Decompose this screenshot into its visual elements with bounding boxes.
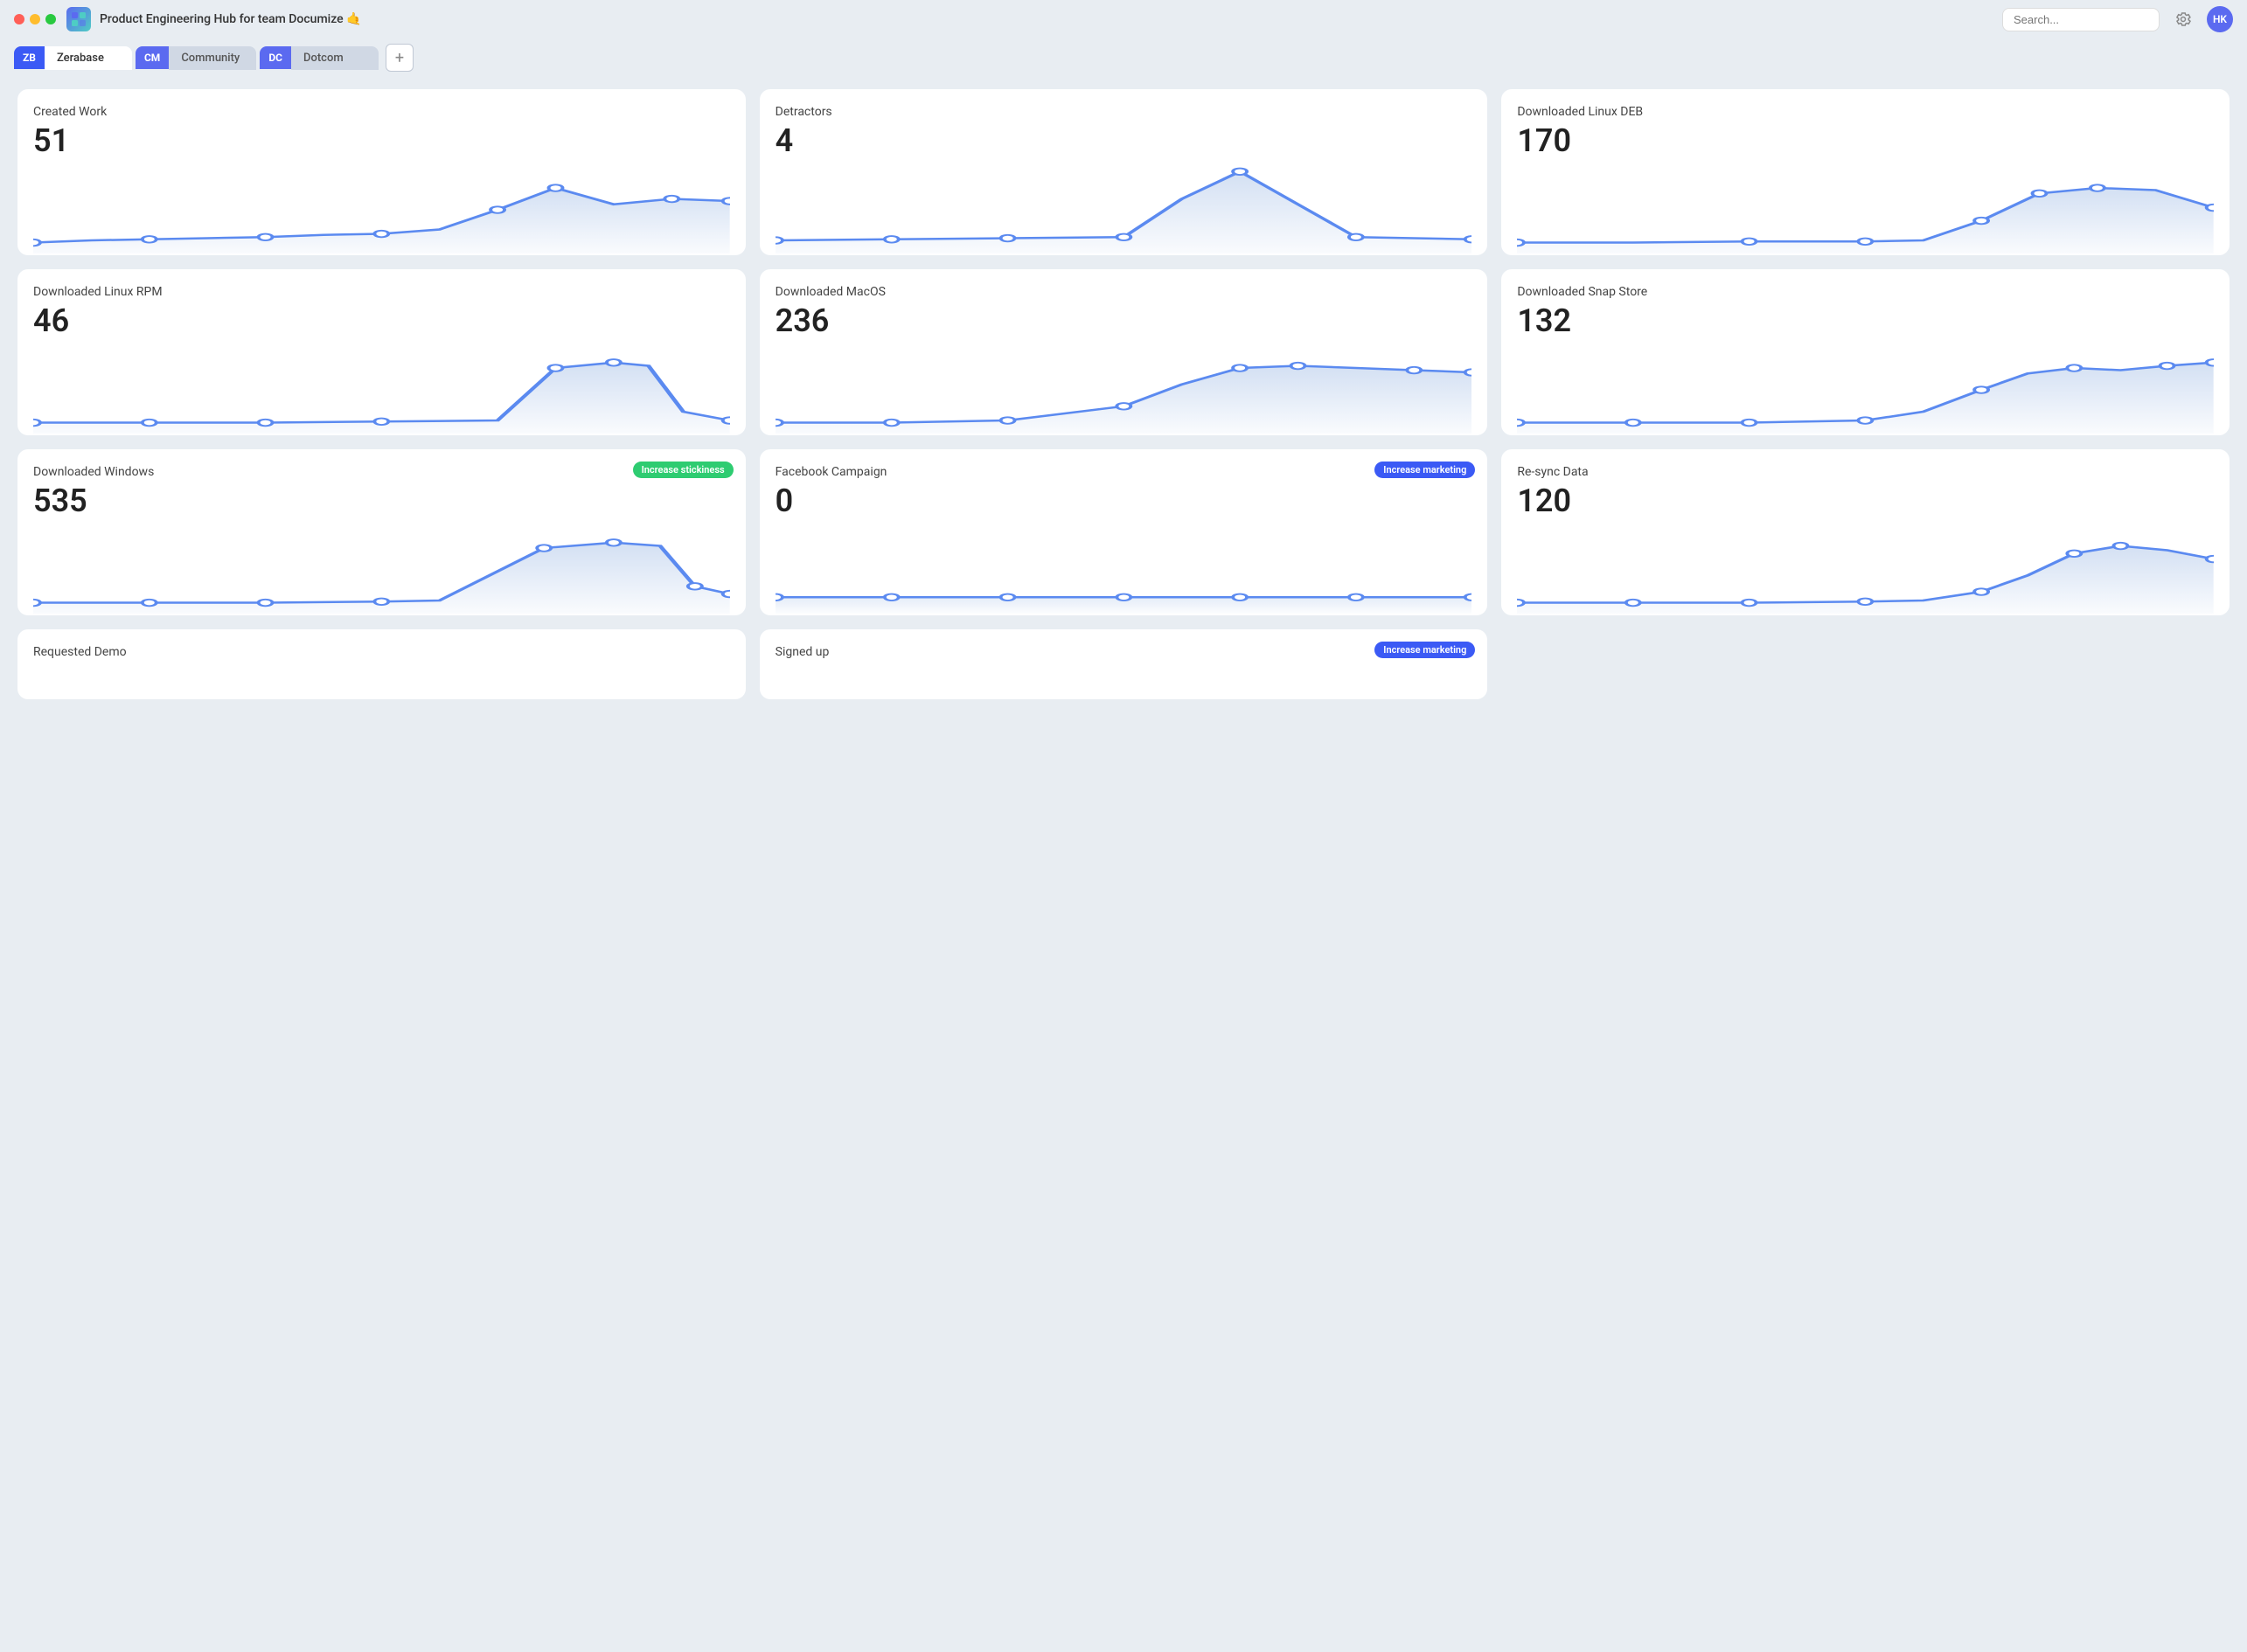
metric-title: Downloaded Linux DEB (1517, 105, 2214, 119)
settings-icon[interactable] (2170, 6, 2196, 32)
metric-title: Re-sync Data (1517, 465, 2214, 479)
metric-value: 51 (33, 122, 730, 159)
chart-macos (776, 346, 1472, 434)
avatar[interactable]: HK (2207, 6, 2233, 32)
metric-value: 170 (1517, 122, 2214, 159)
metric-value: 535 (33, 482, 730, 519)
metric-card-downloaded-macos: Downloaded MacOS 236 (760, 269, 1488, 435)
metric-title: Downloaded Snap Store (1517, 285, 2214, 299)
content-area: Created Work 51 Det (0, 72, 2247, 717)
window-controls (14, 14, 56, 24)
minimize-button[interactable] (30, 14, 40, 24)
tab-label-dotcom: Dotcom (291, 46, 379, 70)
close-button[interactable] (14, 14, 24, 24)
tab-badge-zerabase: ZB (14, 46, 45, 69)
tabs-bar: ZB Zerabase CM Community DC Dotcom + (0, 38, 2247, 72)
chart-facebook (776, 526, 1472, 614)
maximize-button[interactable] (45, 14, 56, 24)
chart-created-work (33, 166, 730, 253)
app-icon (66, 7, 91, 31)
metric-card-downloaded-linux-rpm: Downloaded Linux RPM 46 (17, 269, 746, 435)
metric-card-created-work: Created Work 51 (17, 89, 746, 255)
chart-linux-rpm (33, 346, 730, 434)
tab-zerabase[interactable]: ZB Zerabase (14, 46, 132, 70)
tab-badge-dotcom: DC (260, 46, 291, 69)
metric-title: Downloaded MacOS (776, 285, 1472, 299)
metric-title: Downloaded Linux RPM (33, 285, 730, 299)
app-title: Product Engineering Hub for team Documiz… (100, 12, 2002, 26)
chart-linux-deb (1517, 166, 2214, 253)
metric-title: Facebook Campaign (776, 465, 1472, 479)
metric-value: 4 (776, 122, 1472, 159)
search-input[interactable] (2002, 8, 2160, 31)
metric-value: 236 (776, 302, 1472, 339)
metric-title: Detractors (776, 105, 1472, 119)
tab-label-zerabase: Zerabase (45, 46, 132, 70)
metric-card-signed-up: Increase marketing Signed up (760, 629, 1488, 699)
chart-snap-store (1517, 346, 2214, 434)
metric-value: 0 (776, 482, 1472, 519)
chart-re-sync (1517, 526, 2214, 614)
metric-card-requested-demo: Requested Demo (17, 629, 746, 699)
chart-windows (33, 526, 730, 614)
metric-badge-stickiness: Increase stickiness (633, 462, 734, 478)
tab-label-community: Community (169, 46, 256, 70)
metric-card-downloaded-snap-store: Downloaded Snap Store 132 (1501, 269, 2230, 435)
tab-dotcom[interactable]: DC Dotcom (260, 46, 379, 70)
metric-card-re-sync-data: Re-sync Data 120 (1501, 449, 2230, 615)
metric-value: 120 (1517, 482, 2214, 519)
tab-badge-community: CM (136, 46, 169, 69)
metric-title: Signed up (776, 645, 1472, 659)
metric-card-downloaded-windows: Increase stickiness Downloaded Windows 5… (17, 449, 746, 615)
metric-value: 46 (33, 302, 730, 339)
metric-title: Requested Demo (33, 645, 730, 659)
tab-community[interactable]: CM Community (136, 46, 256, 70)
metrics-grid: Created Work 51 Det (17, 89, 2230, 699)
metric-badge-marketing-signup: Increase marketing (1374, 642, 1475, 658)
metric-badge-marketing-facebook: Increase marketing (1374, 462, 1475, 478)
metric-card-detractors: Detractors 4 (760, 89, 1488, 255)
metric-value: 132 (1517, 302, 2214, 339)
metric-title: Created Work (33, 105, 730, 119)
header-right: HK (2002, 6, 2233, 32)
add-tab-button[interactable]: + (386, 44, 414, 72)
titlebar: Product Engineering Hub for team Documiz… (0, 0, 2247, 38)
chart-detractors (776, 166, 1472, 253)
metric-title: Downloaded Windows (33, 465, 730, 479)
metric-card-facebook-campaign: Increase marketing Facebook Campaign 0 (760, 449, 1488, 615)
metric-card-downloaded-linux-deb: Downloaded Linux DEB 170 (1501, 89, 2230, 255)
